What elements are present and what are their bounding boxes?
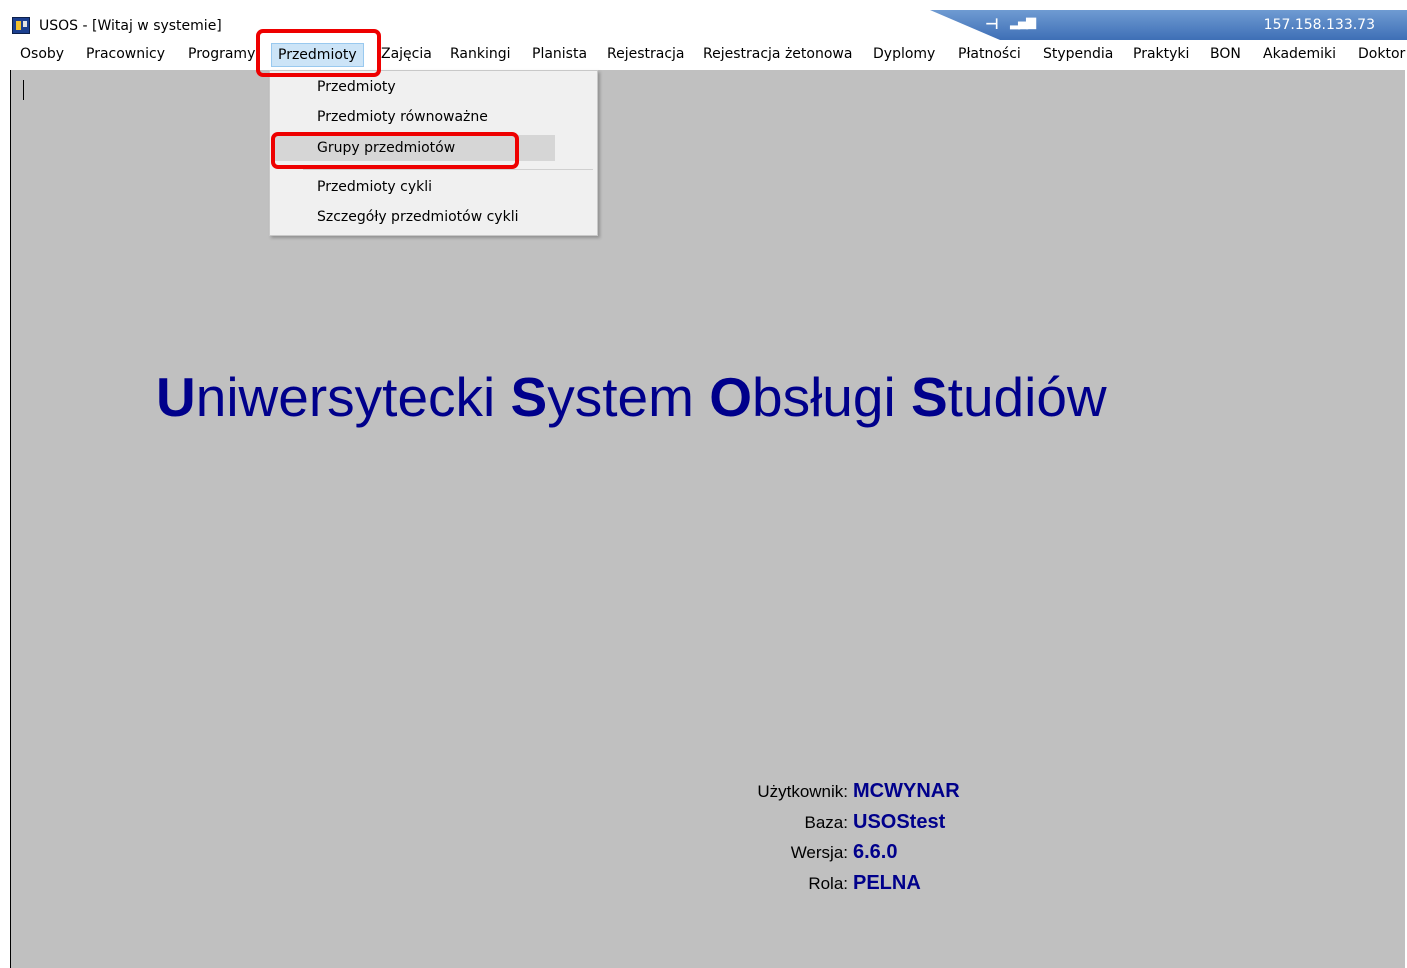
heading-initial: O xyxy=(709,366,752,428)
signal-strength-icon: ▂▄▆ xyxy=(1010,15,1036,30)
pin-icon[interactable]: ⊣ xyxy=(985,15,999,33)
menu-planista[interactable]: Planista xyxy=(532,46,587,62)
menu-bar: Osoby Pracownicy Programy Przedmioty Zaj… xyxy=(0,40,1407,70)
menu-przedmioty[interactable]: Przedmioty xyxy=(271,43,364,67)
heading-initial: U xyxy=(156,366,196,428)
menu-bon[interactable]: BON xyxy=(1210,46,1241,62)
version-label: Wersja: xyxy=(790,843,848,862)
menu-doktor[interactable]: Doktor xyxy=(1358,46,1405,62)
heading-initial: S xyxy=(910,366,948,428)
menu-osoby[interactable]: Osoby xyxy=(20,46,64,62)
dropdown-separator xyxy=(303,169,593,170)
text-caret xyxy=(23,80,24,100)
connection-ip: 157.158.133.73 xyxy=(1263,17,1375,33)
heading-initial: S xyxy=(510,366,548,428)
app-heading: Uniwersytecki System Obsługi Studiów xyxy=(156,365,1107,429)
title-bar: USOS - [Witaj w systemie] ⊣ ▂▄▆ 157.158.… xyxy=(0,0,1407,40)
menu-akademiki[interactable]: Akademiki xyxy=(1263,46,1336,62)
heading-word: niwersytecki xyxy=(195,366,496,428)
menu-rejestracja[interactable]: Rejestracja xyxy=(607,46,685,62)
menu-stypendia[interactable]: Stypendia xyxy=(1043,46,1113,62)
menu-dyplomy[interactable]: Dyplomy xyxy=(873,46,935,62)
dropdown-item-przedmioty-rownowazne[interactable]: Przedmioty równoważne xyxy=(317,109,488,125)
version-value: 6.6.0 xyxy=(853,841,898,863)
menu-rejestracja-zetonowa[interactable]: Rejestracja żetonowa xyxy=(703,46,852,62)
menu-zajecia[interactable]: Zajęcia xyxy=(381,46,432,62)
menu-rankingi[interactable]: Rankingi xyxy=(450,46,511,62)
heading-word: tudiów xyxy=(947,366,1107,428)
dropdown-item-przedmioty-cykli[interactable]: Przedmioty cykli xyxy=(317,179,432,195)
przedmioty-dropdown-menu: Przedmioty Przedmioty równoważne Grupy p… xyxy=(269,70,598,236)
database-value: USOStest xyxy=(853,811,946,833)
role-value: PELNA xyxy=(853,872,921,894)
main-workspace: Uniwersytecki System Obsługi Studiów Uży… xyxy=(10,70,1405,968)
role-label: Rola: xyxy=(808,874,848,893)
user-value: MCWYNAR xyxy=(853,780,960,802)
menu-platnosci[interactable]: Płatności xyxy=(958,46,1021,62)
heading-word: ystem xyxy=(547,366,694,428)
user-label: Użytkownik: xyxy=(757,782,848,801)
heading-word: bsługi xyxy=(751,366,896,428)
dropdown-item-przedmioty[interactable]: Przedmioty xyxy=(317,79,396,95)
menu-pracownicy[interactable]: Pracownicy xyxy=(86,46,165,62)
menu-programy[interactable]: Programy xyxy=(188,46,255,62)
dropdown-item-grupy-przedmiotow[interactable]: Grupy przedmiotów xyxy=(272,135,555,161)
remote-connection-bar[interactable]: ⊣ ▂▄▆ 157.158.133.73 xyxy=(930,10,1407,40)
database-label: Baza: xyxy=(804,813,848,832)
menu-praktyki[interactable]: Praktyki xyxy=(1133,46,1189,62)
window-title: USOS - [Witaj w systemie] xyxy=(39,18,222,34)
usos-app-icon[interactable] xyxy=(12,17,30,34)
dropdown-item-szczegoly-przedmiotow-cykli[interactable]: Szczegóły przedmiotów cykli xyxy=(317,209,518,225)
